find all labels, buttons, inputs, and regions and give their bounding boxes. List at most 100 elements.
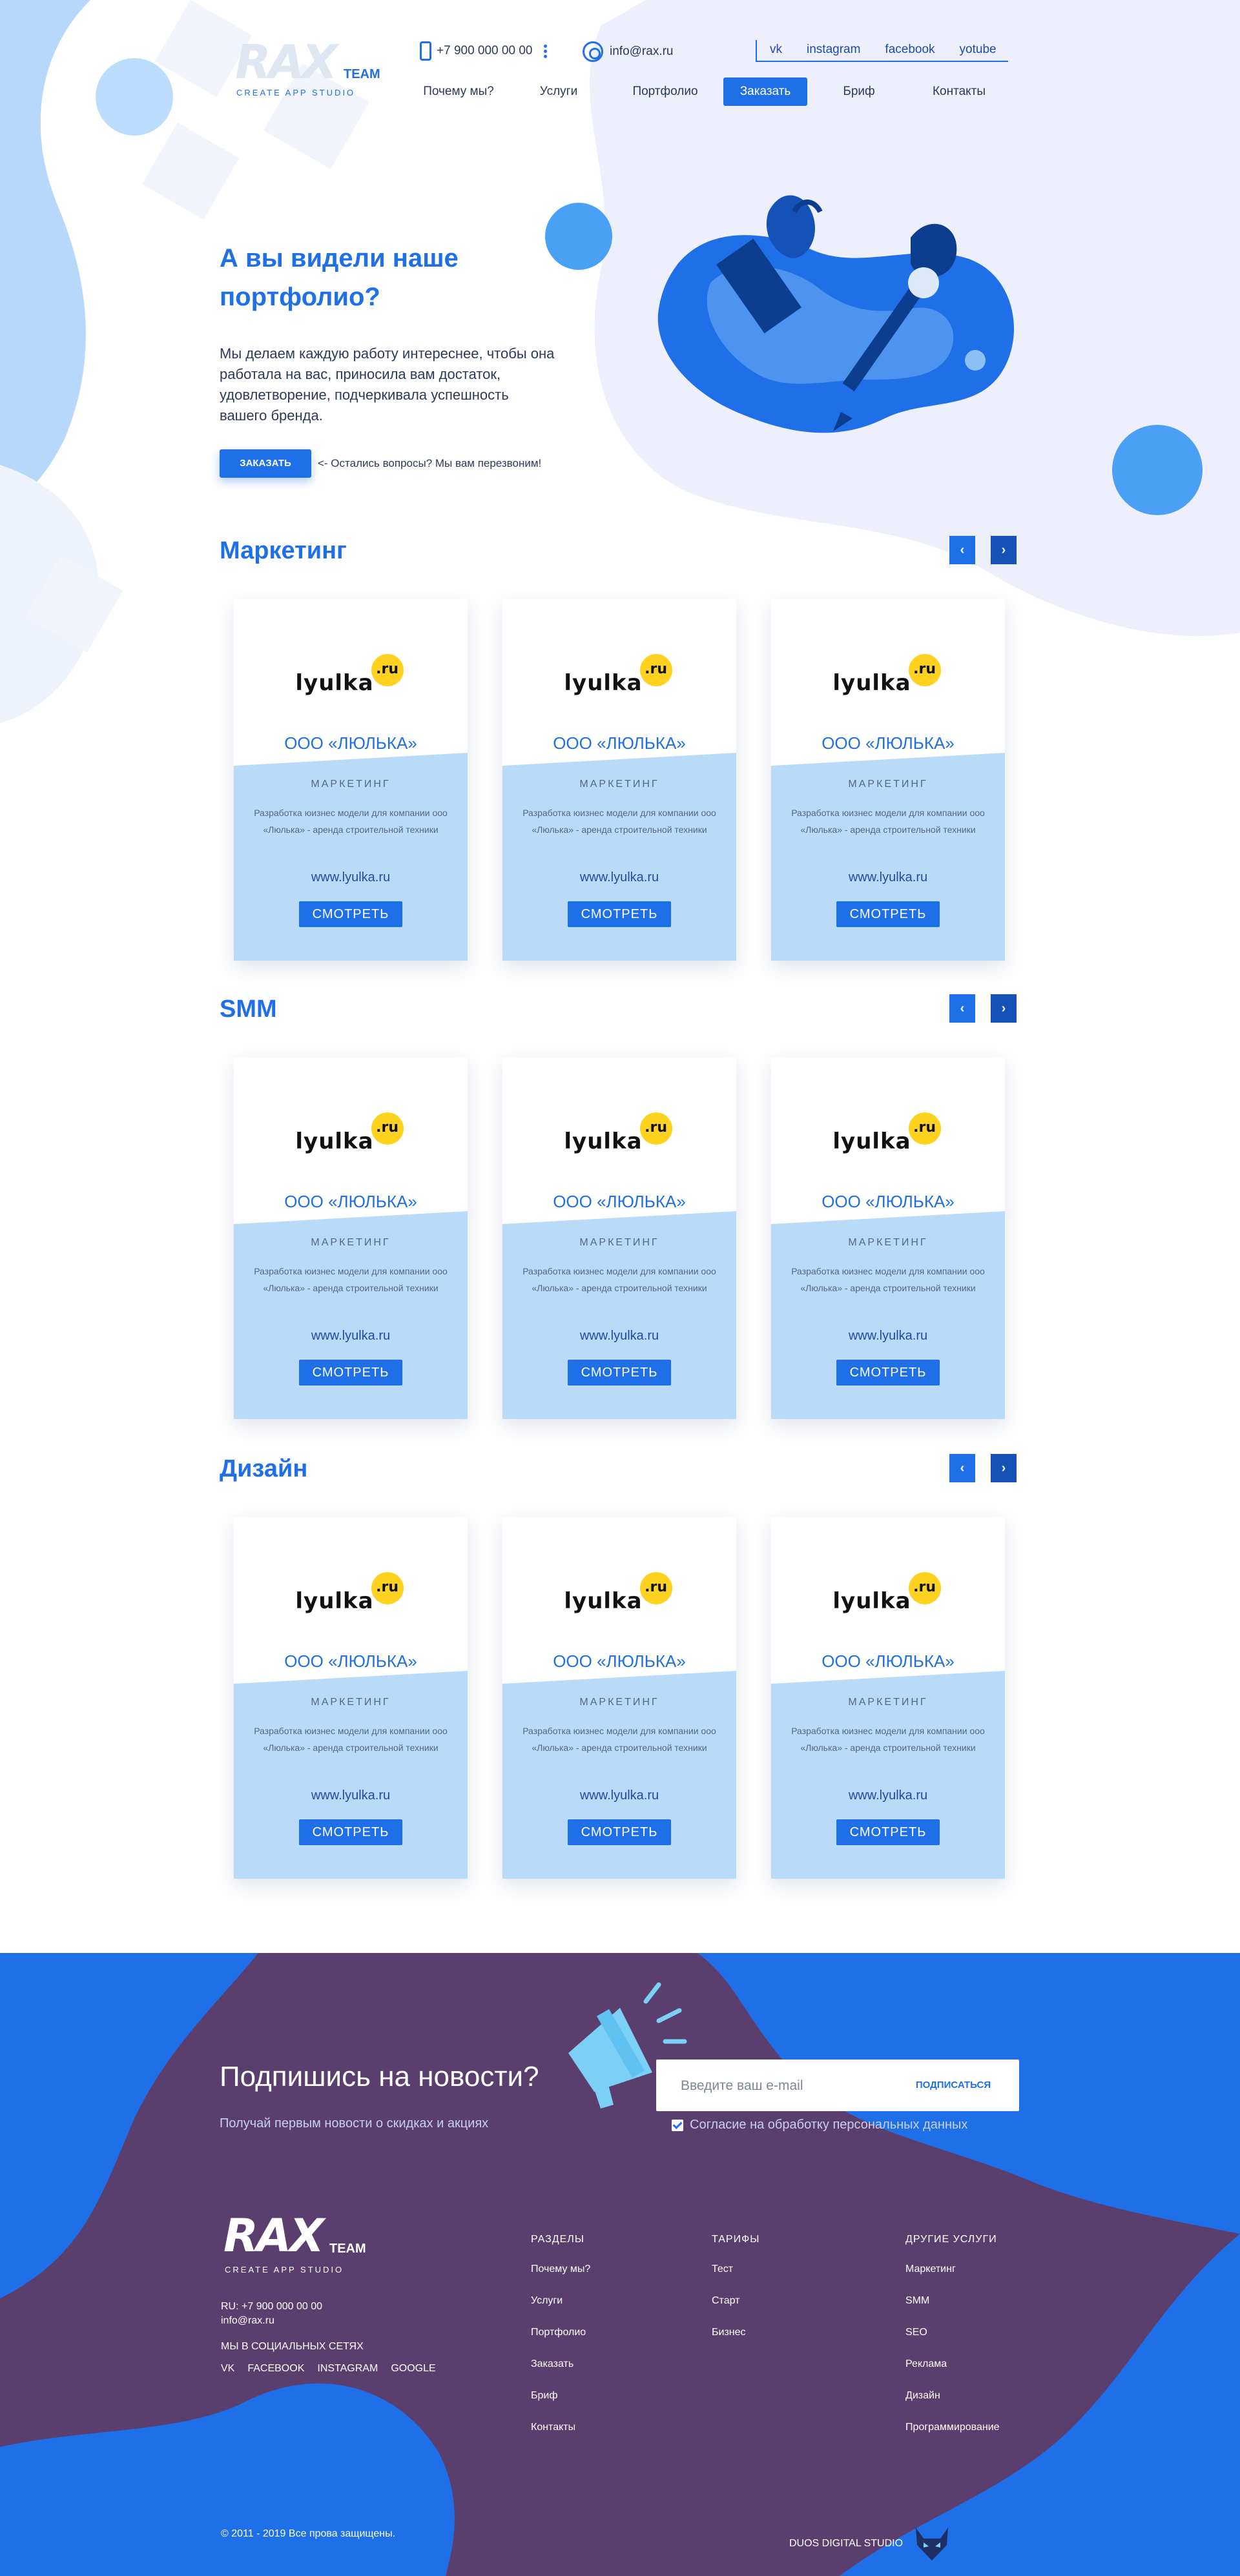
footer-link[interactable]: Бизнес xyxy=(712,2327,760,2338)
nav-item-order[interactable]: Заказать xyxy=(723,77,807,106)
footer-link[interactable]: Почему мы? xyxy=(531,2264,590,2275)
more-vertical-icon[interactable] xyxy=(544,44,548,58)
card-company: ООО «ЛЮЛЬКА» xyxy=(553,1192,686,1211)
card-url-link[interactable]: www.lyulka.ru xyxy=(234,1788,468,1803)
view-button[interactable]: СМОТРЕТЬ xyxy=(836,1819,940,1845)
view-button[interactable]: СМОТРЕТЬ xyxy=(299,901,402,927)
footer-link[interactable]: Тест xyxy=(712,2264,760,2275)
card-category: МАРКЕТИНГ xyxy=(311,1237,391,1248)
card-company: ООО «ЛЮЛЬКА» xyxy=(553,733,686,753)
email-input[interactable] xyxy=(681,2076,874,2096)
view-button[interactable]: СМОТРЕТЬ xyxy=(299,1819,402,1845)
portfolio-card[interactable]: lyulka.ru ООО «ЛЮЛЬКА» МАРКЕТИНГ Разработка… xyxy=(502,599,736,961)
subscribe-button[interactable]: ПОДПИСАТЬСЯ xyxy=(902,2074,1005,2097)
social-link-vk[interactable]: vk xyxy=(757,43,794,57)
card-description: Разработка юизнес модели для компании оо… xyxy=(522,808,716,835)
client-logo: lyulka.ru xyxy=(234,1572,468,1621)
logo-team: TEAM xyxy=(344,67,380,81)
social-link-instagram[interactable]: instagram xyxy=(794,43,872,57)
footer-link[interactable]: Портфолио xyxy=(531,2327,590,2338)
card-category: МАРКЕТИНГ xyxy=(579,1237,659,1248)
footer-link[interactable]: Маркетинг xyxy=(905,2264,1000,2275)
portfolio-card[interactable]: lyulka.ru ООО «ЛЮЛЬКА» МАРКЕТИНГ Разработка… xyxy=(234,599,468,961)
card-url-link[interactable]: www.lyulka.ru xyxy=(771,870,1005,885)
portfolio-card[interactable]: lyulka.ru ООО «ЛЮЛЬКА» МАРКЕТИНГ Разработка… xyxy=(502,1517,736,1879)
footer-socials: VK FACEBOOK INSTAGRAM GOOGLE xyxy=(221,2363,436,2375)
card-url-link[interactable]: www.lyulka.ru xyxy=(502,1788,736,1803)
footer-link[interactable]: SMM xyxy=(905,2295,1000,2307)
nav-item-brief[interactable]: Бриф xyxy=(807,77,911,106)
email-address: info@rax.ru xyxy=(610,45,674,58)
footer-link[interactable]: Заказать xyxy=(531,2358,590,2370)
subscribe-title: Подпишись на новости? xyxy=(220,2061,539,2092)
view-button[interactable]: СМОТРЕТЬ xyxy=(836,1360,940,1385)
footer-logo[interactable]: RAX TEAM CREATE APP STUDIO xyxy=(223,2213,366,2274)
consent-checkbox-row[interactable]: Согласие на обработку персональных данны… xyxy=(672,2118,967,2132)
nav-item-contacts[interactable]: Контакты xyxy=(911,77,1008,106)
carousel-next-button[interactable]: › xyxy=(991,994,1017,1023)
card-company: ООО «ЛЮЛЬКА» xyxy=(822,1651,955,1671)
nav-item-why-us[interactable]: Почему мы? xyxy=(407,77,510,106)
nav-item-portfolio[interactable]: Портфолио xyxy=(607,77,723,106)
consent-checkbox[interactable] xyxy=(672,2119,683,2131)
portfolio-card[interactable]: lyulka.ru ООО «ЛЮЛЬКА» МАРКЕТИНГ Разработка… xyxy=(502,1058,736,1419)
carousel-prev-button[interactable]: ‹ xyxy=(949,1454,975,1482)
footer-social-facebook[interactable]: FACEBOOK xyxy=(247,2363,304,2375)
card-url-link[interactable]: www.lyulka.ru xyxy=(234,1329,468,1344)
footer-social-instagram[interactable]: INSTAGRAM xyxy=(317,2363,378,2375)
main-nav: Почему мы? Услуги Портфолио Заказать Бри… xyxy=(407,77,1008,106)
hero-order-button[interactable]: ЗАКАЗАТЬ xyxy=(220,449,311,478)
card-category: МАРКЕТИНГ xyxy=(848,779,928,790)
carousel-prev-button[interactable]: ‹ xyxy=(949,994,975,1023)
card-category: МАРКЕТИНГ xyxy=(579,779,659,790)
view-button[interactable]: СМОТРЕТЬ xyxy=(568,901,671,927)
footer-link[interactable]: SEO xyxy=(905,2327,1000,2338)
studio-credit[interactable]: DUOS DIGITAL STUDIO xyxy=(789,2524,955,2563)
card-company: ООО «ЛЮЛЬКА» xyxy=(284,1192,417,1211)
social-link-facebook[interactable]: facebook xyxy=(872,43,946,57)
portfolio-card[interactable]: lyulka.ru ООО «ЛЮЛЬКА» МАРКЕТИНГ Разработка… xyxy=(771,1517,1005,1879)
client-logo: lyulka.ru xyxy=(502,654,736,703)
footer-phone[interactable]: RU: +7 900 000 00 00 xyxy=(221,2300,322,2314)
footer-social-google[interactable]: GOOGLE xyxy=(391,2363,435,2375)
view-button[interactable]: СМОТРЕТЬ xyxy=(568,1819,671,1845)
card-url-link[interactable]: www.lyulka.ru xyxy=(771,1788,1005,1803)
footer-link[interactable]: Реклама xyxy=(905,2358,1000,2370)
carousel-next-button[interactable]: › xyxy=(991,536,1017,564)
phone-icon xyxy=(420,41,431,61)
view-button[interactable]: СМОТРЕТЬ xyxy=(299,1360,402,1385)
client-logo: lyulka.ru xyxy=(771,654,1005,703)
footer-email[interactable]: info@rax.ru xyxy=(221,2314,322,2328)
portfolio-card[interactable]: lyulka.ru ООО «ЛЮЛЬКА» МАРКЕТИНГ Разработка… xyxy=(234,1058,468,1419)
view-button[interactable]: СМОТРЕТЬ xyxy=(568,1360,671,1385)
portfolio-card[interactable]: lyulka.ru ООО «ЛЮЛЬКА» МАРКЕТИНГ Разработка… xyxy=(771,1058,1005,1419)
footer-link[interactable]: Дизайн xyxy=(905,2390,1000,2402)
footer-link[interactable]: Услуги xyxy=(531,2295,590,2307)
portfolio-card[interactable]: lyulka.ru ООО «ЛЮЛЬКА» МАРКЕТИНГ Разработка… xyxy=(771,599,1005,961)
logo[interactable]: RAX TEAM CREATE APP STUDIO xyxy=(235,39,397,103)
header-phone[interactable]: +7 900 000 00 00 xyxy=(420,41,548,61)
card-url-link[interactable]: www.lyulka.ru xyxy=(234,870,468,885)
footer-col-title: РАЗДЕЛЫ xyxy=(531,2234,584,2245)
footer-link[interactable]: Программирование xyxy=(905,2422,1000,2433)
header-email[interactable]: info@rax.ru xyxy=(583,41,674,62)
card-url-link[interactable]: www.lyulka.ru xyxy=(771,1329,1005,1344)
card-url-link[interactable]: www.lyulka.ru xyxy=(502,1329,736,1344)
card-description: Разработка юизнес модели для компании оо… xyxy=(254,808,448,835)
section-title-smm: SMM xyxy=(220,996,277,1023)
footer-social-vk[interactable]: VK xyxy=(221,2363,234,2375)
subscribe-text: Получай первым новости о скидках и акция… xyxy=(220,2116,489,2131)
social-link-youtube[interactable]: yotube xyxy=(947,43,1008,57)
footer-link[interactable]: Бриф xyxy=(531,2390,590,2402)
carousel-prev-button[interactable]: ‹ xyxy=(949,536,975,564)
footer-link[interactable]: Старт xyxy=(712,2295,760,2307)
card-description: Разработка юизнес модели для компании оо… xyxy=(254,1266,448,1293)
footer-link[interactable]: Контакты xyxy=(531,2422,590,2433)
card-company: ООО «ЛЮЛЬКА» xyxy=(284,1651,417,1671)
nav-item-services[interactable]: Услуги xyxy=(510,77,607,106)
client-logo: lyulka.ru xyxy=(771,1112,1005,1161)
carousel-next-button[interactable]: › xyxy=(991,1454,1017,1482)
card-url-link[interactable]: www.lyulka.ru xyxy=(502,870,736,885)
portfolio-card[interactable]: lyulka.ru ООО «ЛЮЛЬКА» МАРКЕТИНГ Разработка… xyxy=(234,1517,468,1879)
view-button[interactable]: СМОТРЕТЬ xyxy=(836,901,940,927)
